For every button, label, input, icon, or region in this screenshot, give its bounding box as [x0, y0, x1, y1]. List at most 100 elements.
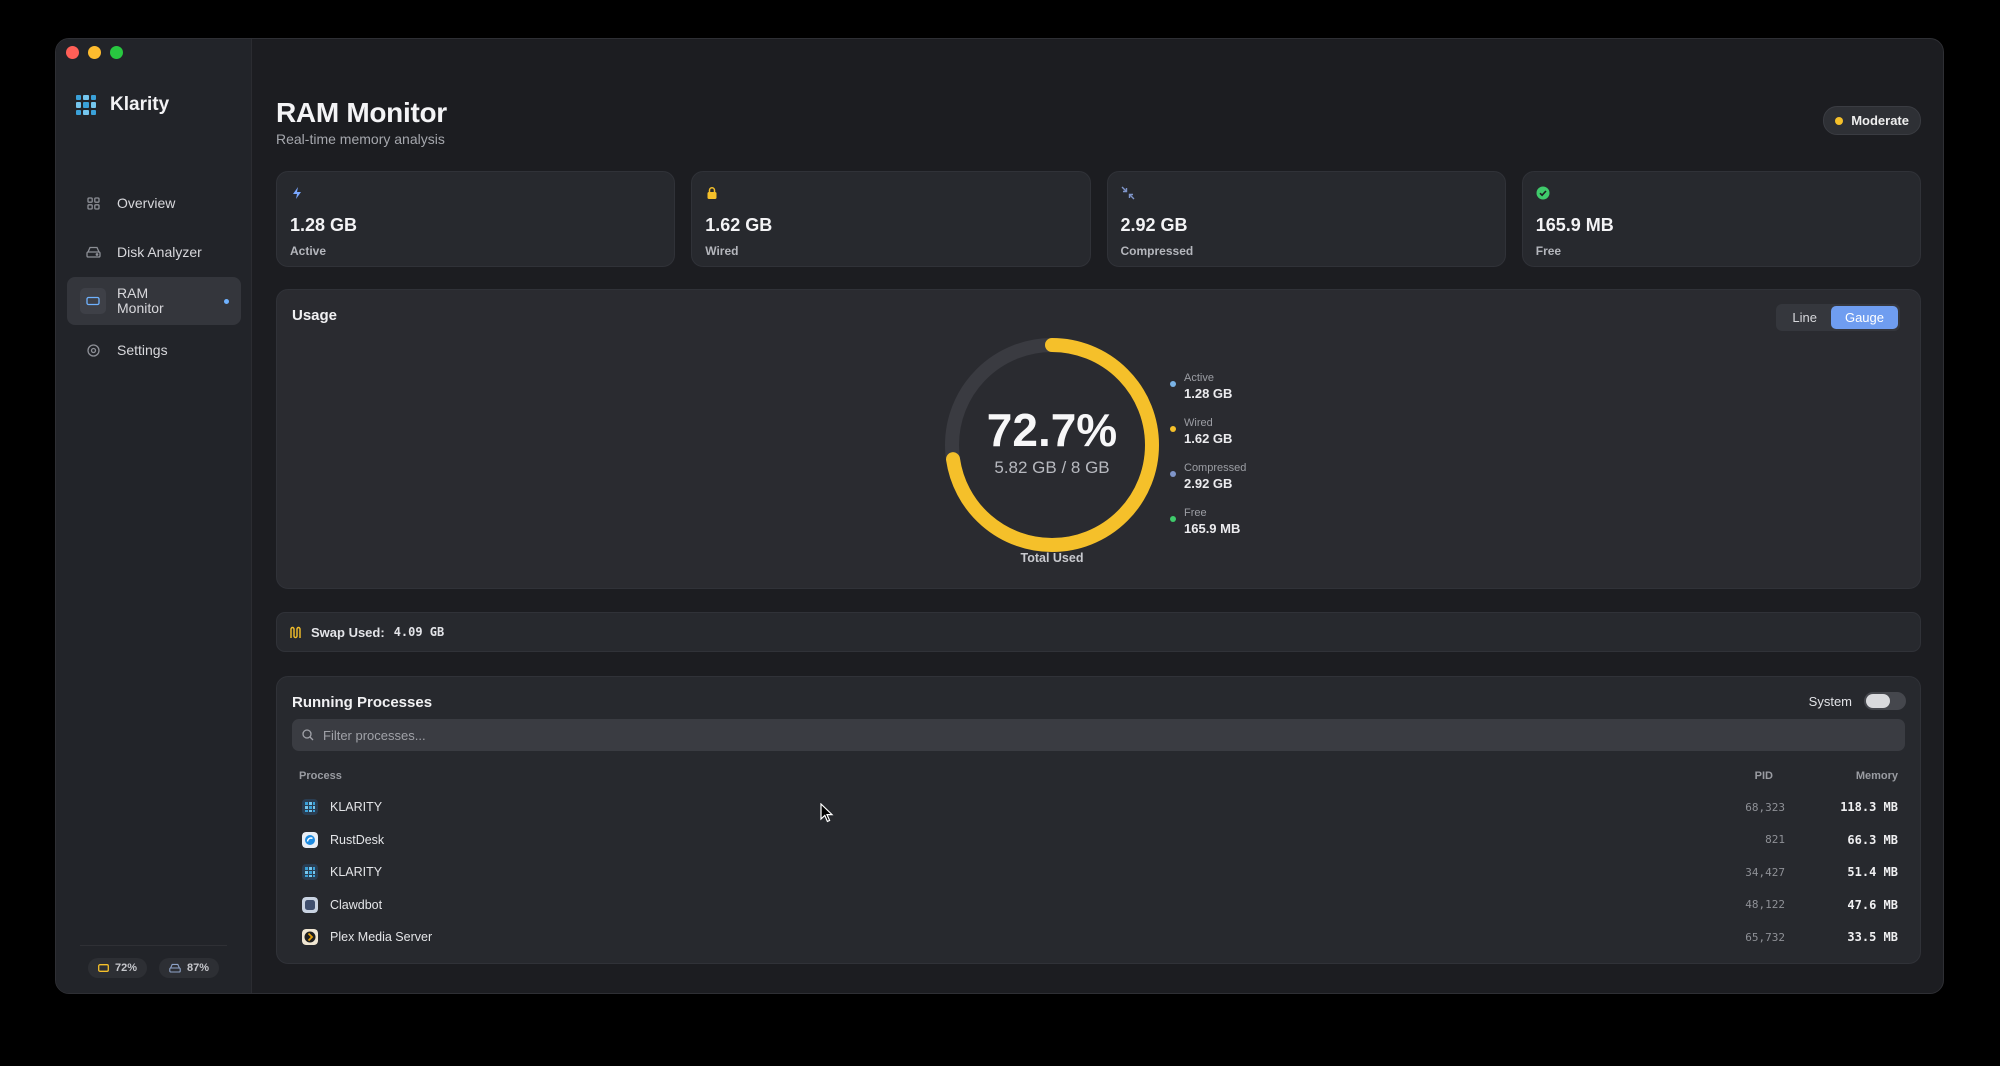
process-list: KLARITY 68,323 118.3 MB RustDesk 821 66.…	[292, 791, 1898, 954]
compress-icon	[1121, 186, 1134, 200]
table-row[interactable]: Clawdbot 48,122 47.6 MB	[292, 889, 1898, 922]
filter-processes-input[interactable]	[323, 727, 1905, 743]
process-name: Clawdbot	[330, 897, 383, 912]
table-row[interactable]: KLARITY 68,323 118.3 MB	[292, 791, 1898, 824]
stat-label: Compressed	[1120, 244, 1194, 258]
processes-title: Running Processes	[292, 694, 433, 711]
grid-icon	[85, 195, 101, 211]
stat-value: 165.9 MB	[1535, 215, 1614, 235]
stat-card-wired: 1.62 GB Wired	[691, 171, 1091, 267]
legend-dot-icon	[1170, 426, 1176, 432]
usage-card: Usage Line Gauge 72.7% 5.82 GB / 8 GB To…	[276, 289, 1921, 589]
legend-name: Compressed	[1184, 462, 1247, 474]
stat-label: Active	[290, 244, 327, 258]
plex-icon	[302, 929, 318, 946]
legend-value: 1.28 GB	[1184, 386, 1233, 401]
check-circle-icon	[1536, 186, 1550, 200]
legend-value: 2.92 GB	[1184, 476, 1233, 491]
legend-item-compressed: Compressed 2.92 GB	[1170, 462, 1246, 507]
stat-card-free: 165.9 MB Free	[1521, 171, 1921, 267]
gauge-caption: Total Used	[1020, 551, 1084, 565]
view-line-button[interactable]: Line	[1778, 306, 1831, 329]
klarity-icon	[302, 799, 318, 816]
page-title: RAM Monitor	[276, 97, 447, 128]
legend-name: Active	[1184, 372, 1214, 384]
process-pid: 65,732	[1745, 930, 1785, 944]
brand: Klarity	[76, 94, 169, 116]
sidebar-item-disk-analyzer[interactable]: Disk Analyzer	[67, 228, 241, 276]
system-toggle: System	[1809, 692, 1906, 710]
sidebar-item-label: Overview	[117, 195, 176, 211]
sidebar-item-settings[interactable]: Settings	[67, 326, 241, 374]
gauge-legend: Active 1.28 GB Wired 1.62 GB Compressed …	[1170, 372, 1246, 552]
klarity-icon	[302, 864, 318, 881]
process-name: Plex Media Server	[330, 930, 433, 945]
app-window: Klarity Overview Disk Analyzer RAM Monit…	[55, 38, 1944, 994]
legend-value: 1.62 GB	[1184, 431, 1233, 446]
process-pid: 68,323	[1745, 800, 1785, 814]
legend-dot-icon	[1170, 471, 1176, 477]
sidebar-item-label: RAM Monitor	[117, 285, 164, 316]
sidebar-item-overview[interactable]: Overview	[67, 179, 241, 227]
clawdbot-icon	[302, 896, 318, 913]
gauge-percent: 72.7%	[986, 404, 1118, 456]
swap-bar: Swap Used: 4.09 GB	[276, 612, 1921, 652]
legend-value: 165.9 MB	[1184, 521, 1241, 536]
mouse-cursor-icon	[820, 803, 834, 823]
status-dot-icon	[1835, 116, 1844, 125]
table-row[interactable]: Plex Media Server 65,732 33.5 MB	[292, 921, 1898, 954]
table-row[interactable]: KLARITY 34,427 51.4 MB	[292, 856, 1898, 889]
disk-usage-badge[interactable]: 87%	[159, 958, 220, 978]
sidebar-item-ram-monitor[interactable]: RAM Monitor	[67, 277, 241, 325]
column-process[interactable]: Process	[299, 770, 342, 782]
rustdesk-icon	[302, 831, 318, 848]
legend-dot-icon	[1170, 516, 1176, 522]
process-name: KLARITY	[330, 800, 383, 815]
process-pid: 48,122	[1745, 898, 1785, 912]
process-name: KLARITY	[330, 865, 383, 880]
maximize-window-button[interactable]	[110, 46, 123, 59]
swap-value: 4.09 GB	[393, 625, 445, 639]
search-icon	[302, 729, 314, 741]
process-pid: 821	[1765, 833, 1785, 847]
sidebar-item-label: Disk Analyzer	[117, 244, 202, 260]
column-pid[interactable]: PID	[1755, 770, 1773, 782]
ram-usage-percent: 72%	[114, 962, 137, 974]
stat-card-compressed: 2.92 GB Compressed	[1106, 171, 1506, 267]
process-memory: 33.5 MB	[1847, 930, 1898, 945]
process-pid: 34,427	[1745, 865, 1785, 879]
sidebar-footer: 72% 87%	[80, 945, 227, 978]
close-window-button[interactable]	[66, 46, 79, 59]
sidebar-item-label: Settings	[117, 342, 168, 358]
process-memory: 66.3 MB	[1847, 832, 1898, 847]
stat-value: 1.28 GB	[290, 215, 358, 235]
minimize-window-button[interactable]	[88, 46, 101, 59]
process-name: RustDesk	[330, 832, 385, 847]
stat-value: 2.92 GB	[1120, 215, 1188, 235]
table-row[interactable]: RustDesk 821 66.3 MB	[292, 824, 1898, 857]
lock-icon	[707, 187, 717, 199]
system-switch[interactable]	[1864, 692, 1906, 710]
active-indicator	[224, 299, 229, 304]
swap-icon	[290, 626, 301, 638]
view-gauge-button[interactable]: Gauge	[1830, 306, 1898, 329]
disk-icon	[169, 963, 181, 973]
column-memory[interactable]: Memory	[1856, 770, 1898, 782]
ram-usage-badge[interactable]: 72%	[87, 958, 147, 978]
filter-box	[292, 719, 1905, 751]
process-table-header: Process PID Memory	[299, 770, 1898, 786]
disk-usage-percent: 87%	[187, 962, 210, 974]
usage-title: Usage	[292, 307, 338, 324]
bolt-icon	[293, 187, 301, 199]
sidebar: Klarity Overview Disk Analyzer RAM Monit…	[56, 39, 252, 993]
stat-label: Free	[1535, 244, 1562, 258]
legend-item-wired: Wired 1.62 GB	[1170, 417, 1246, 462]
main-content: RAM Monitor Real-time memory analysis Mo…	[252, 39, 1943, 993]
running-processes-card: Running Processes System Process PID Mem…	[276, 676, 1921, 964]
stat-label: Wired	[705, 244, 739, 258]
ram-icon	[80, 288, 106, 314]
app-name: Klarity	[110, 94, 170, 115]
process-memory: 118.3 MB	[1840, 800, 1898, 815]
ram-icon	[98, 964, 109, 972]
process-memory: 51.4 MB	[1847, 865, 1898, 880]
